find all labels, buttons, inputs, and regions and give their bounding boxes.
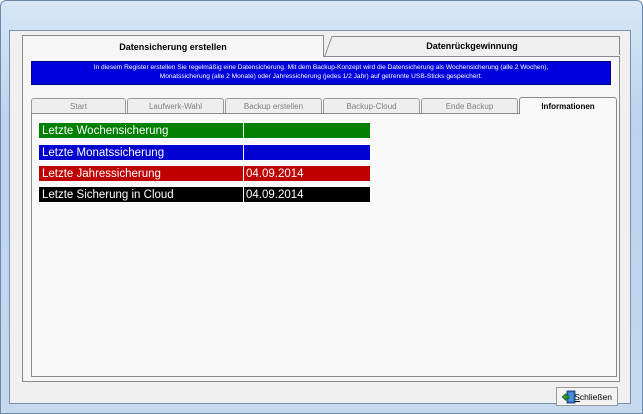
status-row-wochensicherung: Letzte Wochensicherung bbox=[38, 122, 371, 139]
close-button-label: Schließen bbox=[574, 391, 612, 402]
status-label: Letzte Wochensicherung bbox=[38, 122, 244, 139]
info-text-line-2: Monatssicherung (alle 2 Monate) oder Jah… bbox=[159, 72, 483, 80]
tab-datenrueckgewinnung[interactable]: Datenrückgewinnung bbox=[324, 36, 620, 55]
subtab-label: Laufwerk-Wahl bbox=[148, 101, 203, 111]
main-tab-strip: Datensicherung erstellen Datenrückgewinn… bbox=[22, 35, 620, 57]
subtab-label: Ende Backup bbox=[445, 101, 494, 111]
status-row-monatssicherung: Letzte Monatssicherung bbox=[38, 144, 371, 161]
subtab-start[interactable]: Start bbox=[31, 98, 126, 113]
subtab-laufwerk-wahl[interactable]: Laufwerk-Wahl bbox=[127, 98, 224, 113]
info-text-line-1: In diesem Register erstellen Sie regelmä… bbox=[93, 64, 549, 71]
status-row-jahressicherung: Letzte Jahressicherung 04.09.2014 bbox=[38, 165, 371, 182]
tab-label: Datenrückgewinnung bbox=[426, 41, 518, 51]
tab-datensicherung-erstellen[interactable]: Datensicherung erstellen bbox=[22, 35, 324, 57]
subtab-ende-backup[interactable]: Ende Backup bbox=[421, 98, 518, 113]
subtab-label: Start bbox=[70, 101, 87, 111]
close-button[interactable]: Schließen bbox=[556, 387, 618, 406]
title-bar[interactable] bbox=[1, 1, 642, 31]
sub-tab-strip: Start Laufwerk-Wahl Backup erstellen Bac… bbox=[31, 97, 617, 114]
status-value bbox=[244, 122, 371, 139]
subtab-backup-cloud[interactable]: Backup-Cloud bbox=[323, 98, 420, 113]
status-value: 04.09.2014 bbox=[244, 165, 371, 182]
status-label: Letzte Monatssicherung bbox=[38, 144, 244, 161]
close-door-icon bbox=[561, 390, 576, 404]
status-value: 04.09.2014 bbox=[244, 186, 371, 203]
status-label: Letzte Jahressicherung bbox=[38, 165, 244, 182]
status-value bbox=[244, 144, 371, 161]
subtab-label: Backup erstellen bbox=[243, 101, 304, 111]
status-label: Letzte Sicherung in Cloud bbox=[38, 186, 244, 203]
info-banner: In diesem Register erstellen Sie regelmä… bbox=[31, 61, 611, 85]
subtab-label: Informationen bbox=[541, 101, 595, 111]
tab-label: Datensicherung erstellen bbox=[119, 41, 227, 52]
status-row-cloud: Letzte Sicherung in Cloud 04.09.2014 bbox=[38, 186, 371, 203]
subtab-label: Backup-Cloud bbox=[346, 101, 397, 111]
subtab-backup-erstellen[interactable]: Backup erstellen bbox=[225, 98, 322, 113]
subtab-informationen[interactable]: Informationen bbox=[519, 97, 617, 114]
